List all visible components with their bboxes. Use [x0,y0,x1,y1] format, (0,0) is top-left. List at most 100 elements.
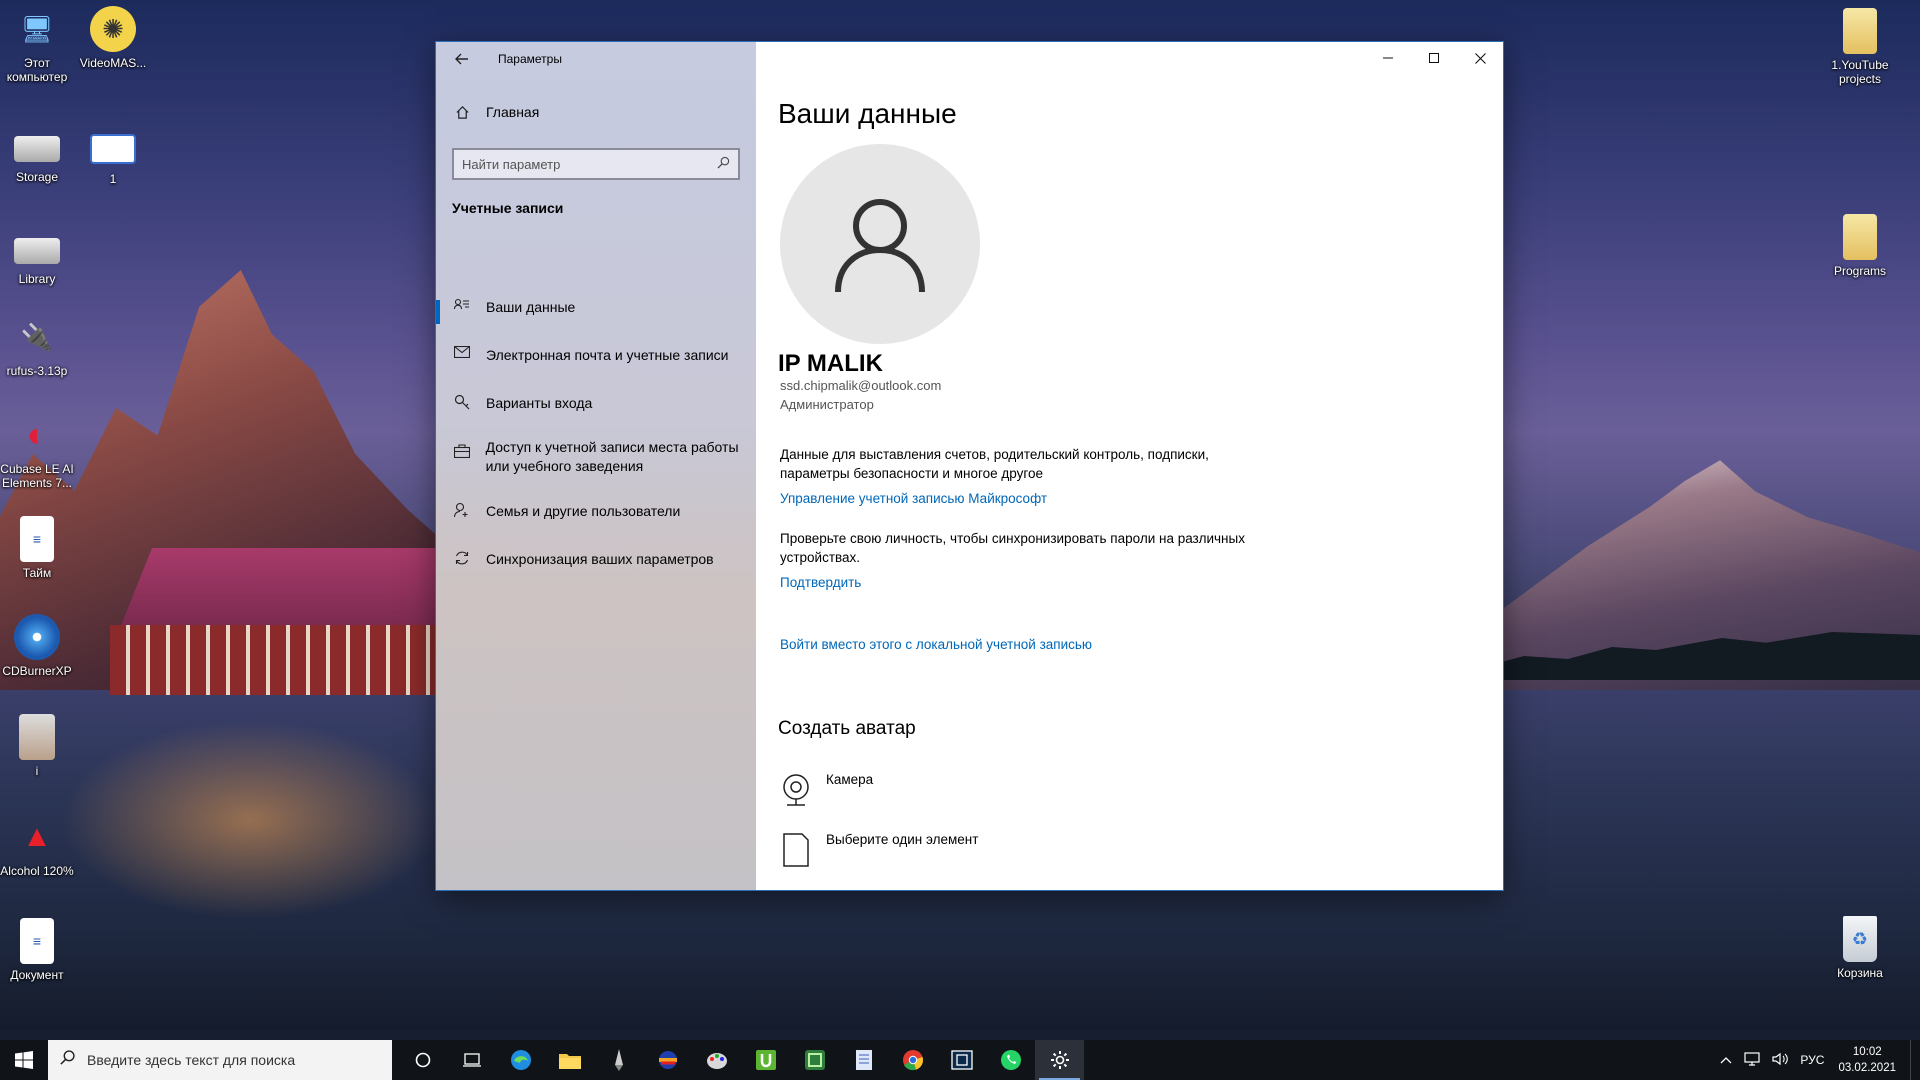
language-indicator[interactable]: РУС [1800,1053,1824,1067]
pen-icon[interactable] [594,1040,643,1080]
network-icon[interactable] [1744,1051,1761,1069]
photo-icon [19,714,55,760]
minimize-icon [1383,57,1393,59]
nav-item-label: Доступ к учетной записи места работы или… [485,439,739,474]
utorrent-icon[interactable] [741,1040,790,1080]
nav-item-work-access[interactable]: Доступ к учетной записи места работы или… [436,432,756,492]
edge-icon[interactable] [496,1040,545,1080]
avatar-option-label: Выберите один элемент [826,832,979,847]
wallpaper-boathouse-roof [120,548,440,628]
clock-date: 03.02.2021 [1838,1062,1896,1074]
desktop-icon-cubase[interactable]: ◐ Cubase LE AI Elements 7... [0,412,76,490]
settings-sidebar: Параметры Главная Найти параметр Учетные… [436,42,756,890]
nav-item-label: Электронная почта и учетные записи [486,347,729,363]
maximize-button[interactable] [1411,42,1457,74]
back-button[interactable] [450,48,474,70]
settings-window: Параметры Главная Найти параметр Учетные… [436,42,1503,890]
desktop-icon-alcohol[interactable]: ▲ Alcohol 120% [0,814,76,879]
cubase-icon: ◐ [26,416,48,454]
usb-icon: 🔌 [20,322,54,352]
file-explorer-icon[interactable] [545,1040,594,1080]
start-button[interactable] [0,1040,48,1080]
minimize-button[interactable] [1365,42,1411,74]
desktop-icon-1[interactable]: 1 [74,126,152,186]
avatar-option-camera[interactable]: Камера [780,772,873,808]
desktop-icon-label: VideoMAS... [79,56,147,70]
desktop-icon-rufus[interactable]: 🔌 rufus-3.13p [0,314,76,378]
whatsapp-icon[interactable] [986,1040,1035,1080]
desktop-icon-youtube-projects[interactable]: 1.YouTube projects [1821,8,1899,86]
person-add-icon [452,502,472,518]
desktop-icon-label: i [35,764,39,778]
arrow-left-icon [455,53,468,65]
paint-icon[interactable] [692,1040,741,1080]
nav-item-sync[interactable]: Синхронизация ваших параметров [436,540,756,588]
desktop-icon-programs[interactable]: Programs [1821,214,1899,278]
verify-link[interactable]: Подтвердить [780,575,861,590]
nav-item-email-accounts[interactable]: Электронная почта и учетные записи [436,336,756,384]
nav-item-label: Семья и другие пользователи [486,503,681,519]
sync-icon [452,550,472,566]
desktop-icon-label: Документ [10,968,64,982]
ball-icon[interactable] [643,1040,692,1080]
desktop-icon-taim[interactable]: ≡ Тайм [0,516,76,580]
desktop-icon-videomaster[interactable]: ✺ VideoMAS... [74,6,152,70]
window-icon [90,134,136,164]
billing-description: Данные для выставления счетов, родительс… [780,447,1209,481]
nav-item-sign-in-options[interactable]: Варианты входа [436,384,756,432]
chrome-icon[interactable] [888,1040,937,1080]
nav-item-label: Синхронизация ваших параметров [486,551,714,567]
nav-item-family[interactable]: Семья и другие пользователи [436,492,756,540]
settings-search-input[interactable]: Найти параметр [452,148,740,180]
user-email: ssd.chipmalik@outlook.com [780,378,942,393]
desktop-icon-label: CDBurnerXP [2,664,72,678]
taskbar-apps [398,1040,1084,1080]
nav-home[interactable]: Главная [452,104,539,120]
local-account-link[interactable]: Войти вместо этого с локальной учетной з… [780,637,1092,652]
settings-icon[interactable] [1035,1040,1084,1080]
taskbar-search-input[interactable]: Введите здесь текст для поиска [48,1040,392,1080]
notepad-icon[interactable] [839,1040,888,1080]
desktop-icon-label: Storage [15,170,59,184]
manage-account-link[interactable]: Управление учетной записью Майкрософт [780,491,1047,506]
desktop-icon-label: Корзина [1837,966,1883,980]
nav-home-label: Главная [486,104,540,120]
wallpaper-reflection [60,720,440,920]
chevron-up-icon[interactable] [1720,1053,1732,1067]
person-card-icon [452,298,472,312]
desktop-icon-this-pc[interactable]: 🖥 Этот компьютер [0,6,76,84]
volume-icon[interactable] [1772,1052,1789,1069]
desktop-icon-cdburnerxp[interactable]: CDBurnerXP [0,614,76,678]
cortana-icon[interactable] [398,1040,447,1080]
show-desktop-button[interactable] [1910,1040,1920,1080]
film-reel-icon: ✺ [90,6,136,52]
nav-item-label: Ваши данные [486,299,576,315]
section-title: Учетные записи [452,200,564,216]
desktop-icon-storage[interactable]: Storage [0,126,76,184]
avatar-option-browse[interactable]: Выберите один элемент [780,832,978,868]
desktop-icon-i[interactable]: i [0,714,76,778]
nav-item-your-info[interactable]: Ваши данные [436,288,756,336]
avatar [780,144,980,344]
window-controls [1365,42,1503,74]
desktop-icon-recycle-bin[interactable]: ♻ Корзина [1821,916,1899,980]
desktop-icon-document[interactable]: ≡ Документ [0,918,76,982]
nav-list: Ваши данные Электронная почта и учетные … [436,288,756,588]
folder-icon [1843,8,1877,54]
green-app-icon[interactable] [790,1040,839,1080]
user-name: IP MALIK [778,350,883,377]
taskbar-search-placeholder: Введите здесь текст для поиска [87,1052,296,1068]
task-view-icon[interactable] [447,1040,496,1080]
desktop-icon-library[interactable]: Library [0,228,76,286]
desktop-icon-label: 1.YouTube projects [1831,58,1889,86]
search-placeholder: Найти параметр [462,156,561,172]
desktop-icon-label: 1 [109,172,117,186]
clock[interactable]: 10:02 03.02.2021 [1838,1044,1896,1076]
film-icon[interactable] [937,1040,986,1080]
file-icon [780,832,812,868]
settings-content: Ваши данные IP MALIK ssd.chipmalik@outlo… [756,42,1503,890]
briefcase-icon [452,444,472,458]
document-icon: ≡ [20,516,54,562]
close-button[interactable] [1457,42,1503,74]
user-role: Администратор [780,397,874,412]
